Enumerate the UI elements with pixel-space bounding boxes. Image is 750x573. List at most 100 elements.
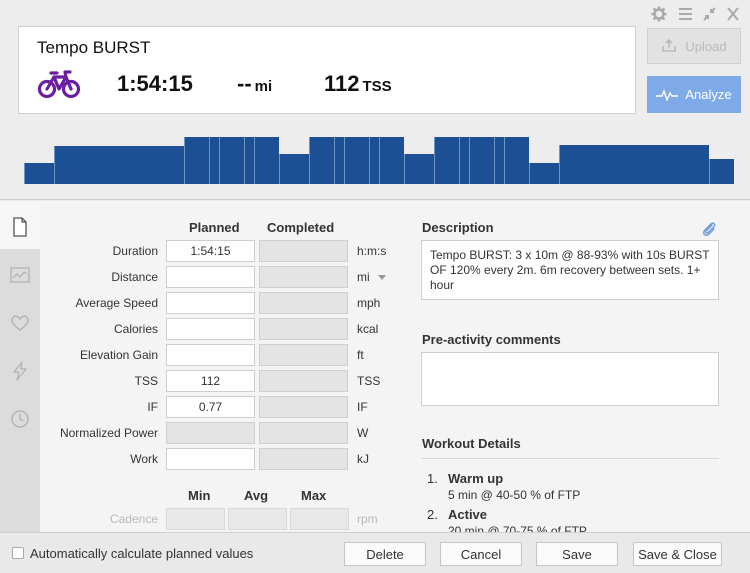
elevation-gain-unit: ft (357, 348, 364, 362)
interval-bar (54, 146, 184, 184)
interval-bar (309, 137, 334, 184)
step-name: Warm up (448, 471, 504, 486)
interval-bar (709, 159, 734, 184)
elevation-gain-completed-input[interactable] (259, 344, 348, 366)
interval-bar (434, 137, 459, 184)
distance-planned-input[interactable] (166, 266, 255, 288)
distance-stat: -- mi (237, 71, 272, 97)
side-tab-bar (0, 201, 40, 532)
calories-planned-input[interactable] (166, 318, 255, 340)
tss-planned-input[interactable]: 112 (166, 370, 255, 392)
analyze-label: Analyze (685, 87, 732, 102)
cadence-min-input (166, 508, 225, 530)
normalized-power-planned-input (166, 422, 255, 444)
work-unit: kJ (357, 452, 369, 466)
work-label: Work (130, 452, 158, 466)
bike-icon (37, 70, 81, 99)
distance-value: -- (237, 71, 252, 96)
if-unit: IF (357, 400, 368, 414)
cadence-unit: rpm (357, 512, 378, 526)
paperclip-icon[interactable] (700, 220, 718, 238)
upload-icon (662, 39, 677, 52)
calories-completed-input[interactable] (259, 318, 348, 340)
distance-unit-select[interactable]: mi (357, 270, 386, 284)
close-icon[interactable] (726, 6, 740, 22)
interval-bar (529, 163, 559, 184)
interval-bar (209, 137, 219, 184)
pulse-icon (656, 88, 679, 101)
gear-icon[interactable] (651, 6, 667, 22)
interval-bar (404, 153, 434, 184)
elevation-gain-planned-input[interactable] (166, 344, 255, 366)
average-speed-planned-input[interactable] (166, 292, 255, 314)
work-completed-input[interactable] (259, 448, 348, 470)
completed-header: Completed (267, 220, 335, 235)
normalized-power-label: Normalized Power (59, 426, 158, 440)
workout-summary-card: Tempo BURST 1:54:15 -- mi 112 TSS (18, 26, 636, 114)
elevation-gain-label: Elevation Gain (79, 348, 158, 362)
workout-details-divider (421, 458, 719, 459)
graph-icon[interactable] (10, 265, 30, 285)
document-icon[interactable] (10, 217, 30, 237)
collapse-icon[interactable] (702, 6, 717, 22)
auto-calculate-checkbox[interactable] (12, 547, 24, 559)
chevron-down-icon (377, 275, 386, 281)
duration-completed-input[interactable] (259, 240, 348, 262)
pre-activity-title: Pre-activity comments (422, 332, 561, 347)
calories-unit: kcal (357, 322, 379, 336)
cancel-button[interactable]: Cancel (440, 542, 522, 566)
interval-bar (219, 137, 244, 184)
interval-bar (279, 153, 309, 184)
save-button[interactable]: Save (536, 542, 618, 566)
description-textarea[interactable]: Tempo BURST: 3 x 10m @ 88-93% with 10s B… (421, 240, 719, 300)
interval-bar (254, 137, 279, 184)
workout-header: Tempo BURST 1:54:15 -- mi 112 TSS Upload… (0, 0, 750, 200)
pre-activity-textarea[interactable] (421, 352, 719, 406)
step-number: 2. (427, 507, 438, 522)
cadence-label: Cadence (109, 512, 158, 526)
duration-planned-input[interactable]: 1:54:15 (166, 240, 255, 262)
if-planned-input[interactable]: 0.77 (166, 396, 255, 418)
tss-label: TSS (134, 374, 158, 388)
save-close-button[interactable]: Save & Close (633, 542, 722, 566)
duration-label: Duration (112, 244, 158, 258)
if-completed-input[interactable] (259, 396, 348, 418)
interval-bar (24, 163, 54, 184)
distance-completed-input[interactable] (259, 266, 348, 288)
interval-bar (344, 137, 369, 184)
normalized-power-completed-input[interactable] (259, 422, 348, 444)
tss-stat: 112 TSS (324, 71, 392, 97)
work-planned-input[interactable] (166, 448, 255, 470)
clock-icon[interactable] (10, 409, 30, 429)
step-name: Active (448, 507, 488, 522)
planned-header: Planned (189, 220, 240, 235)
auto-calculate-label[interactable]: Automatically calculate planned values (30, 546, 253, 561)
menu-icon[interactable] (678, 6, 693, 22)
interval-bar (244, 137, 254, 184)
calories-label: Calories (113, 322, 158, 336)
avg-header: Avg (244, 488, 269, 503)
step-detail: 5 min @ 40-50 % of FTP (448, 488, 581, 502)
lightning-icon[interactable] (10, 361, 30, 381)
cadence-avg-input (228, 508, 287, 530)
description-title: Description (422, 220, 494, 235)
upload-button[interactable]: Upload (647, 28, 741, 64)
step-detail: 20 min @ 70-75 % of FTP (448, 524, 587, 532)
distance-label: Distance (111, 270, 158, 284)
average-speed-completed-input[interactable] (259, 292, 348, 314)
footer-bar: Automatically calculate planned values D… (0, 532, 750, 573)
duration-stat: 1:54:15 (117, 71, 193, 97)
interval-bar (184, 137, 209, 184)
heart-icon[interactable] (10, 313, 30, 333)
tss-value: 112 (324, 71, 360, 96)
delete-button[interactable]: Delete (344, 542, 426, 566)
description-text: Tempo BURST: 3 x 10m @ 88-93% with 10s B… (430, 248, 710, 292)
interval-bar (469, 137, 494, 184)
workout-title: Tempo BURST (37, 38, 151, 57)
analyze-button[interactable]: Analyze (647, 76, 741, 113)
average-speed-label: Average Speed (75, 296, 158, 310)
tss-completed-input[interactable] (259, 370, 348, 392)
workout-details-title: Workout Details (422, 436, 521, 451)
duration-value: 1:54:15 (117, 71, 193, 96)
interval-bar (459, 137, 469, 184)
